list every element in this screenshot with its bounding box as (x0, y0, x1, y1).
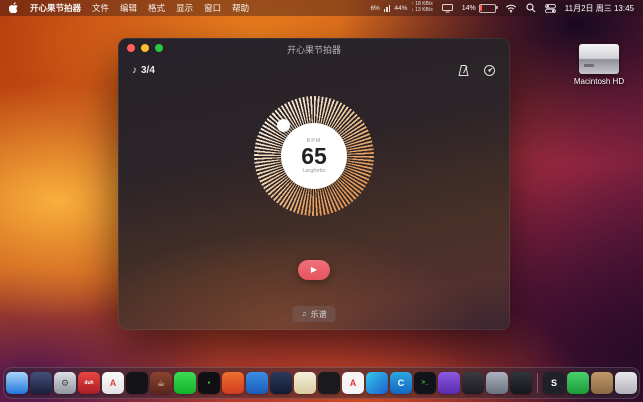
battery-percent: 14% (461, 4, 476, 12)
window-toolbar: ♪ 3/4 (132, 64, 496, 77)
dock-icon-app-10[interactable] (222, 372, 244, 394)
dock-icon-finder[interactable] (6, 372, 28, 394)
dock-icon-app-19[interactable] (438, 372, 460, 394)
app-9-glyph: ● (207, 379, 211, 386)
score-icon: ♫ (301, 310, 307, 318)
dock: ⚙ duh A ☕ ● A C >_ S (3, 367, 640, 399)
apple-icon (9, 2, 18, 14)
dock-icon-app-16[interactable] (366, 372, 388, 394)
score-button-label: 乐谱 (310, 309, 327, 319)
control-center-icon[interactable] (544, 3, 556, 13)
dock-icon-app-13[interactable] (294, 372, 316, 394)
dock-icon-app-9[interactable]: ● (198, 372, 220, 394)
dock-icon-downloads[interactable] (591, 372, 613, 394)
menu-window[interactable]: 窗口 (204, 2, 221, 14)
app-s-glyph: S (550, 377, 557, 388)
menu-view[interactable]: 显示 (176, 2, 193, 14)
cpu-usage: 6% (370, 4, 380, 12)
menu-bar: 开心果节拍器 文件 编辑 格式 显示 窗口 帮助 6% 44% ↑ 18 KB/… (0, 0, 643, 16)
tempo-dial-icon[interactable] (483, 64, 496, 77)
mem-usage: 44% (394, 4, 408, 12)
dial-knob[interactable] (277, 119, 290, 132)
dock-icon-app-c[interactable]: C (390, 372, 412, 394)
app-store-glyph: A (109, 377, 117, 388)
network-speed: ↑ 18 KB/s ↓ 13 KB/s (411, 1, 433, 14)
dock-separator (537, 373, 538, 393)
menu-help[interactable]: 帮助 (232, 2, 249, 14)
app-duh-glyph: duh (84, 379, 94, 386)
dock-icon-trash[interactable] (615, 372, 637, 394)
dock-icon-wechat[interactable] (174, 372, 196, 394)
dock-icon-app-6[interactable] (126, 372, 148, 394)
time-signature-button[interactable]: ♪ 3/4 (132, 65, 155, 76)
dock-icon-terminal[interactable]: >_ (414, 372, 436, 394)
bpm-value: 65 (301, 142, 327, 169)
apple-menu[interactable] (9, 2, 19, 14)
play-button[interactable]: ▶ (298, 260, 330, 280)
system-stats[interactable]: 6% 44% ↑ 18 KB/s ↓ 13 KB/s (370, 1, 433, 14)
volume-label: Macintosh HD (573, 77, 625, 86)
menu-datetime[interactable]: 11月2日 周三 13:45 (565, 3, 634, 14)
metronome-window: 开心果节拍器 ♪ 3/4 BPM 65 Larghetto ▶ ♫ 乐谱 (118, 38, 510, 330)
display-icon[interactable] (441, 3, 453, 13)
dock-icon-app-duh[interactable]: duh (78, 372, 100, 394)
time-signature-value: 3/4 (141, 65, 155, 76)
bpm-display: BPM 65 Larghetto (281, 123, 347, 189)
menu-edit[interactable]: 编辑 (120, 2, 137, 14)
app-a-glyph: A (349, 377, 357, 388)
dock-icon-app-11[interactable] (246, 372, 268, 394)
bpm-dial[interactable]: BPM 65 Larghetto (254, 96, 374, 216)
coffee-app-glyph: ☕ (156, 377, 166, 388)
terminal-glyph: >_ (421, 380, 429, 386)
dock-icon-app-12[interactable] (270, 372, 292, 394)
battery-status[interactable]: 14% (461, 3, 498, 13)
dock-icon-app-22[interactable] (510, 372, 532, 394)
hard-drive-icon (579, 44, 619, 74)
wifi-icon[interactable] (505, 4, 517, 13)
desktop-icon-macintosh-hd[interactable]: Macintosh HD (565, 44, 633, 86)
desktop: 开心果节拍器 文件 编辑 格式 显示 窗口 帮助 6% 44% ↑ 18 KB/… (0, 0, 643, 402)
bpm-tempo-name: Larghetto (302, 168, 326, 175)
battery-icon (478, 3, 498, 13)
app-c-glyph: C (397, 377, 405, 388)
dock-icon-coffee-app[interactable]: ☕ (150, 372, 172, 394)
dock-icon-app-a[interactable]: A (342, 372, 364, 394)
window-titlebar[interactable]: 开心果节拍器 (118, 38, 510, 58)
metronome-icon[interactable] (457, 64, 470, 77)
menu-app-name[interactable]: 开心果节拍器 (30, 2, 81, 14)
dock-icon-app-20[interactable] (462, 372, 484, 394)
dock-icon-app-s[interactable]: S (543, 372, 565, 394)
menu-file[interactable]: 文件 (92, 2, 109, 14)
dock-icon-app-21[interactable] (486, 372, 508, 394)
dock-icon-app-store[interactable]: A (102, 372, 124, 394)
play-icon: ▶ (310, 265, 318, 274)
search-icon[interactable] (526, 3, 536, 13)
dock-icon-app-24[interactable] (567, 372, 589, 394)
dock-icon-app-14[interactable] (318, 372, 340, 394)
dock-icon-app-2[interactable] (30, 372, 52, 394)
note-icon: ♪ (132, 65, 137, 76)
score-button[interactable]: ♫ 乐谱 (292, 306, 336, 322)
dock-icon-system-settings[interactable]: ⚙ (54, 372, 76, 394)
cpu-graph-icon (383, 4, 391, 12)
menu-format[interactable]: 格式 (148, 2, 165, 14)
window-title: 开心果节拍器 (286, 45, 341, 55)
system-settings-glyph: ⚙ (60, 377, 70, 388)
net-down: ↓ 13 KB/s (411, 7, 433, 13)
